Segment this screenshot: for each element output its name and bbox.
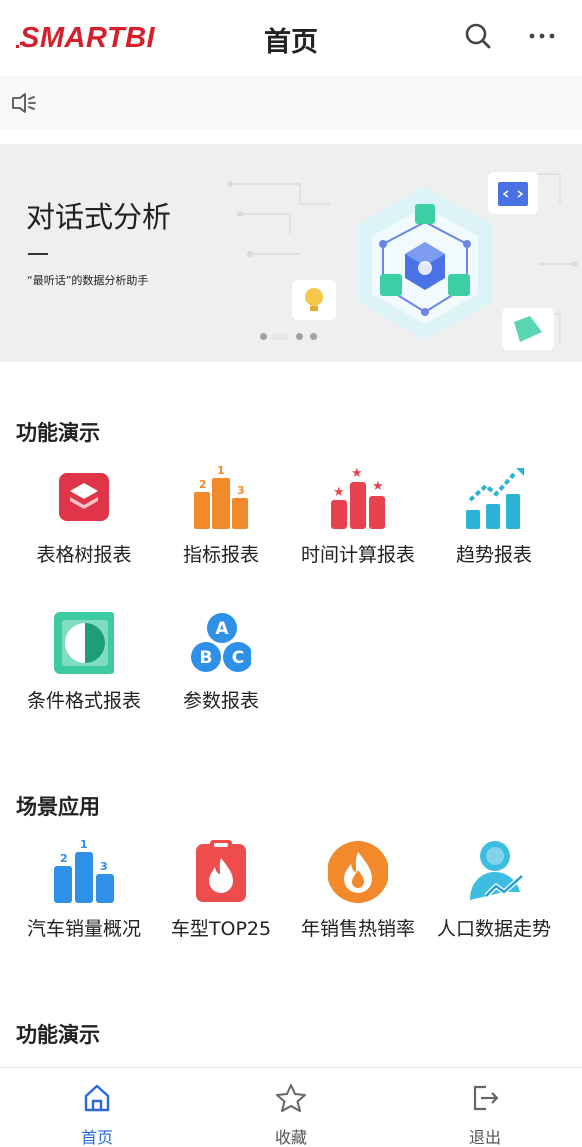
carousel-dot[interactable] (260, 333, 267, 340)
banner-carousel[interactable]: 对话式分析 “最听话”的数据分析助手 (0, 144, 582, 362)
notice-bar[interactable] (0, 76, 582, 130)
svg-text:★: ★ (333, 485, 345, 500)
tile-label: 人口数据走势 (436, 918, 551, 940)
person-trend-icon (470, 841, 524, 900)
tile-label: 参数报表 (182, 690, 259, 712)
banner-subtitle: “最听话”的数据分析助手 (27, 274, 149, 287)
clipboard-fire-icon (196, 840, 246, 902)
banner-divider (28, 253, 48, 255)
tile-car-sales-overview[interactable]: 2 1 3 汽车销量概况 (14, 840, 154, 960)
tile-label: 时间计算报表 (300, 544, 415, 566)
tile-conditional-format-report[interactable]: 条件格式报表 (14, 612, 154, 732)
section-title-scenarios: 场景应用 (16, 795, 100, 819)
tile-trend-report[interactable]: 趋势报表 (424, 466, 564, 586)
tile-time-calc-report[interactable]: ★ ★ ★ 时间计算报表 (288, 466, 428, 586)
tile-label: 年销售热销率 (300, 918, 415, 940)
speaker-icon (12, 93, 36, 113)
tile-label: 汽车销量概况 (26, 918, 141, 940)
podium-icon: 2 1 3 (194, 466, 248, 529)
svg-text:1: 1 (217, 466, 225, 477)
tile-table-tree-report[interactable]: 表格树报表 (14, 466, 154, 586)
svg-text:★: ★ (372, 479, 384, 494)
tab-label: 退出 (468, 1128, 501, 1147)
carousel-dot[interactable] (296, 333, 303, 340)
tile-label: 趋势报表 (455, 544, 532, 566)
trend-up-icon (466, 468, 524, 529)
tile-car-model-top25[interactable]: 车型TOP25 (151, 840, 291, 960)
tile-parameter-report[interactable]: A B C 参数报表 (151, 612, 291, 732)
tab-logout[interactable]: 退出 (388, 1068, 582, 1147)
half-circle-icon (54, 612, 114, 674)
carousel-indicator (258, 331, 322, 343)
section-title-demo-2: 功能演示 (16, 1023, 100, 1047)
svg-text:2: 2 (199, 478, 207, 491)
layers-icon (59, 473, 109, 521)
section-title-demo: 功能演示 (16, 421, 100, 445)
tile-label: 指标报表 (182, 544, 259, 566)
tile-label: 车型TOP25 (170, 918, 272, 940)
ai-network-illustration (292, 172, 554, 350)
logout-icon (473, 1085, 499, 1111)
home-icon (84, 1084, 110, 1112)
svg-text:C: C (232, 648, 244, 668)
svg-text:3: 3 (237, 484, 245, 497)
tile-indicator-report[interactable]: 2 1 3 指标报表 (151, 466, 291, 586)
carousel-dot[interactable] (310, 333, 317, 340)
fire-circle-icon (328, 841, 388, 903)
star-icon (276, 1084, 306, 1112)
bottom-tab-bar: 首页 收藏 退出 (0, 1067, 582, 1147)
app-header: SMARTBI 首页 (0, 0, 582, 76)
search-button[interactable] (462, 20, 494, 52)
tab-label: 收藏 (274, 1128, 307, 1147)
svg-text:B: B (200, 648, 213, 668)
carousel-dot-active[interactable] (272, 333, 288, 340)
tile-label: 表格树报表 (36, 544, 132, 566)
tab-home[interactable]: 首页 (0, 1068, 194, 1147)
svg-text:1: 1 (80, 840, 88, 851)
tile-label: 条件格式报表 (26, 690, 141, 712)
bar-stars-icon: ★ ★ ★ (331, 466, 385, 529)
page-title: 首页 (264, 27, 318, 58)
svg-text:3: 3 (100, 860, 108, 873)
more-button[interactable] (526, 20, 558, 52)
abc-icon: A B C (191, 613, 251, 672)
svg-text:2: 2 (60, 852, 68, 865)
more-icon (529, 33, 555, 39)
svg-text:★: ★ (351, 466, 363, 481)
tab-label: 首页 (80, 1128, 113, 1147)
svg-text:A: A (215, 619, 229, 639)
tile-annual-sales-rate[interactable]: 年销售热销率 (288, 840, 428, 960)
tile-population-trend[interactable]: 人口数据走势 (424, 840, 564, 960)
banner-title: 对话式分析 (26, 200, 172, 234)
tab-favorites[interactable]: 收藏 (194, 1068, 388, 1147)
podium-blue-icon: 2 1 3 (54, 840, 114, 903)
search-icon (465, 23, 491, 49)
